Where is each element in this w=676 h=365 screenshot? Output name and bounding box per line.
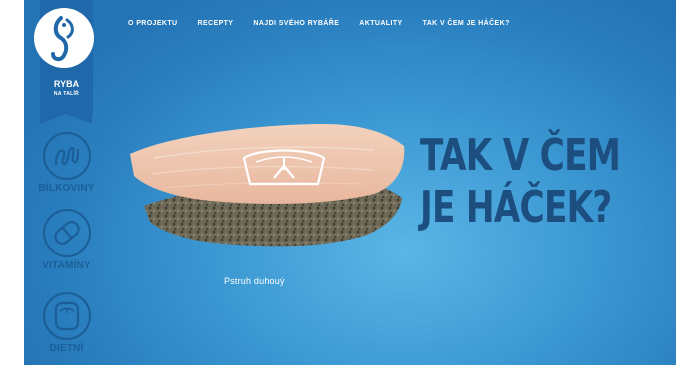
scale-icon: [42, 292, 91, 340]
trout-fillet-image: [130, 124, 405, 247]
nav-item-o-projektu[interactable]: O PROJEKTU: [128, 20, 178, 27]
headline-line-2: JE HÁČEK?: [420, 182, 612, 233]
logo-emblem[interactable]: [34, 8, 94, 68]
main-navigation: O PROJEKTU RECEPTY NAJDI SVÉHO RYBÁŘE AK…: [128, 20, 510, 27]
sidebar-item-vitaminy[interactable]: VITAMÍNY: [34, 209, 99, 271]
sidebar-item-bilkoviny[interactable]: BÍLKOVINY: [34, 132, 99, 194]
logo-title: RYBA: [53, 79, 80, 89]
page: RYBA NA TALÍŘ O PROJEKTU RECEPTY NAJDI S…: [0, 0, 676, 365]
sidebar-label: VITAMÍNY: [42, 260, 91, 271]
logo-subtitle: NA TALÍŘ: [53, 91, 80, 97]
fish-caption: Pstruh duhouý: [224, 276, 285, 286]
nav-item-recepty[interactable]: RECEPTY: [198, 20, 234, 27]
sidebar-label: DIETNÍ: [49, 343, 84, 354]
nav-item-najdi-rybare[interactable]: NAJDI SVÉHO RYBÁŘE: [253, 20, 339, 27]
fish-hook-logo-icon: [51, 16, 74, 62]
nav-item-tak-v-cem[interactable]: TAK V ČEM JE HÁČEK?: [423, 20, 510, 27]
headline-line-1: TAK V ČEM: [420, 130, 621, 181]
hero-section: RYBA NA TALÍŘ O PROJEKTU RECEPTY NAJDI S…: [24, 0, 676, 365]
hero-headline: TAK V ČEM JE HÁČEK?: [420, 130, 621, 234]
pill-icon: [42, 209, 91, 257]
protein-icon: [42, 132, 91, 180]
nav-item-aktuality[interactable]: AKTUALITY: [359, 20, 402, 27]
sidebar-item-dietni[interactable]: DIETNÍ: [34, 292, 99, 354]
sidebar-label: BÍLKOVINY: [38, 183, 95, 194]
